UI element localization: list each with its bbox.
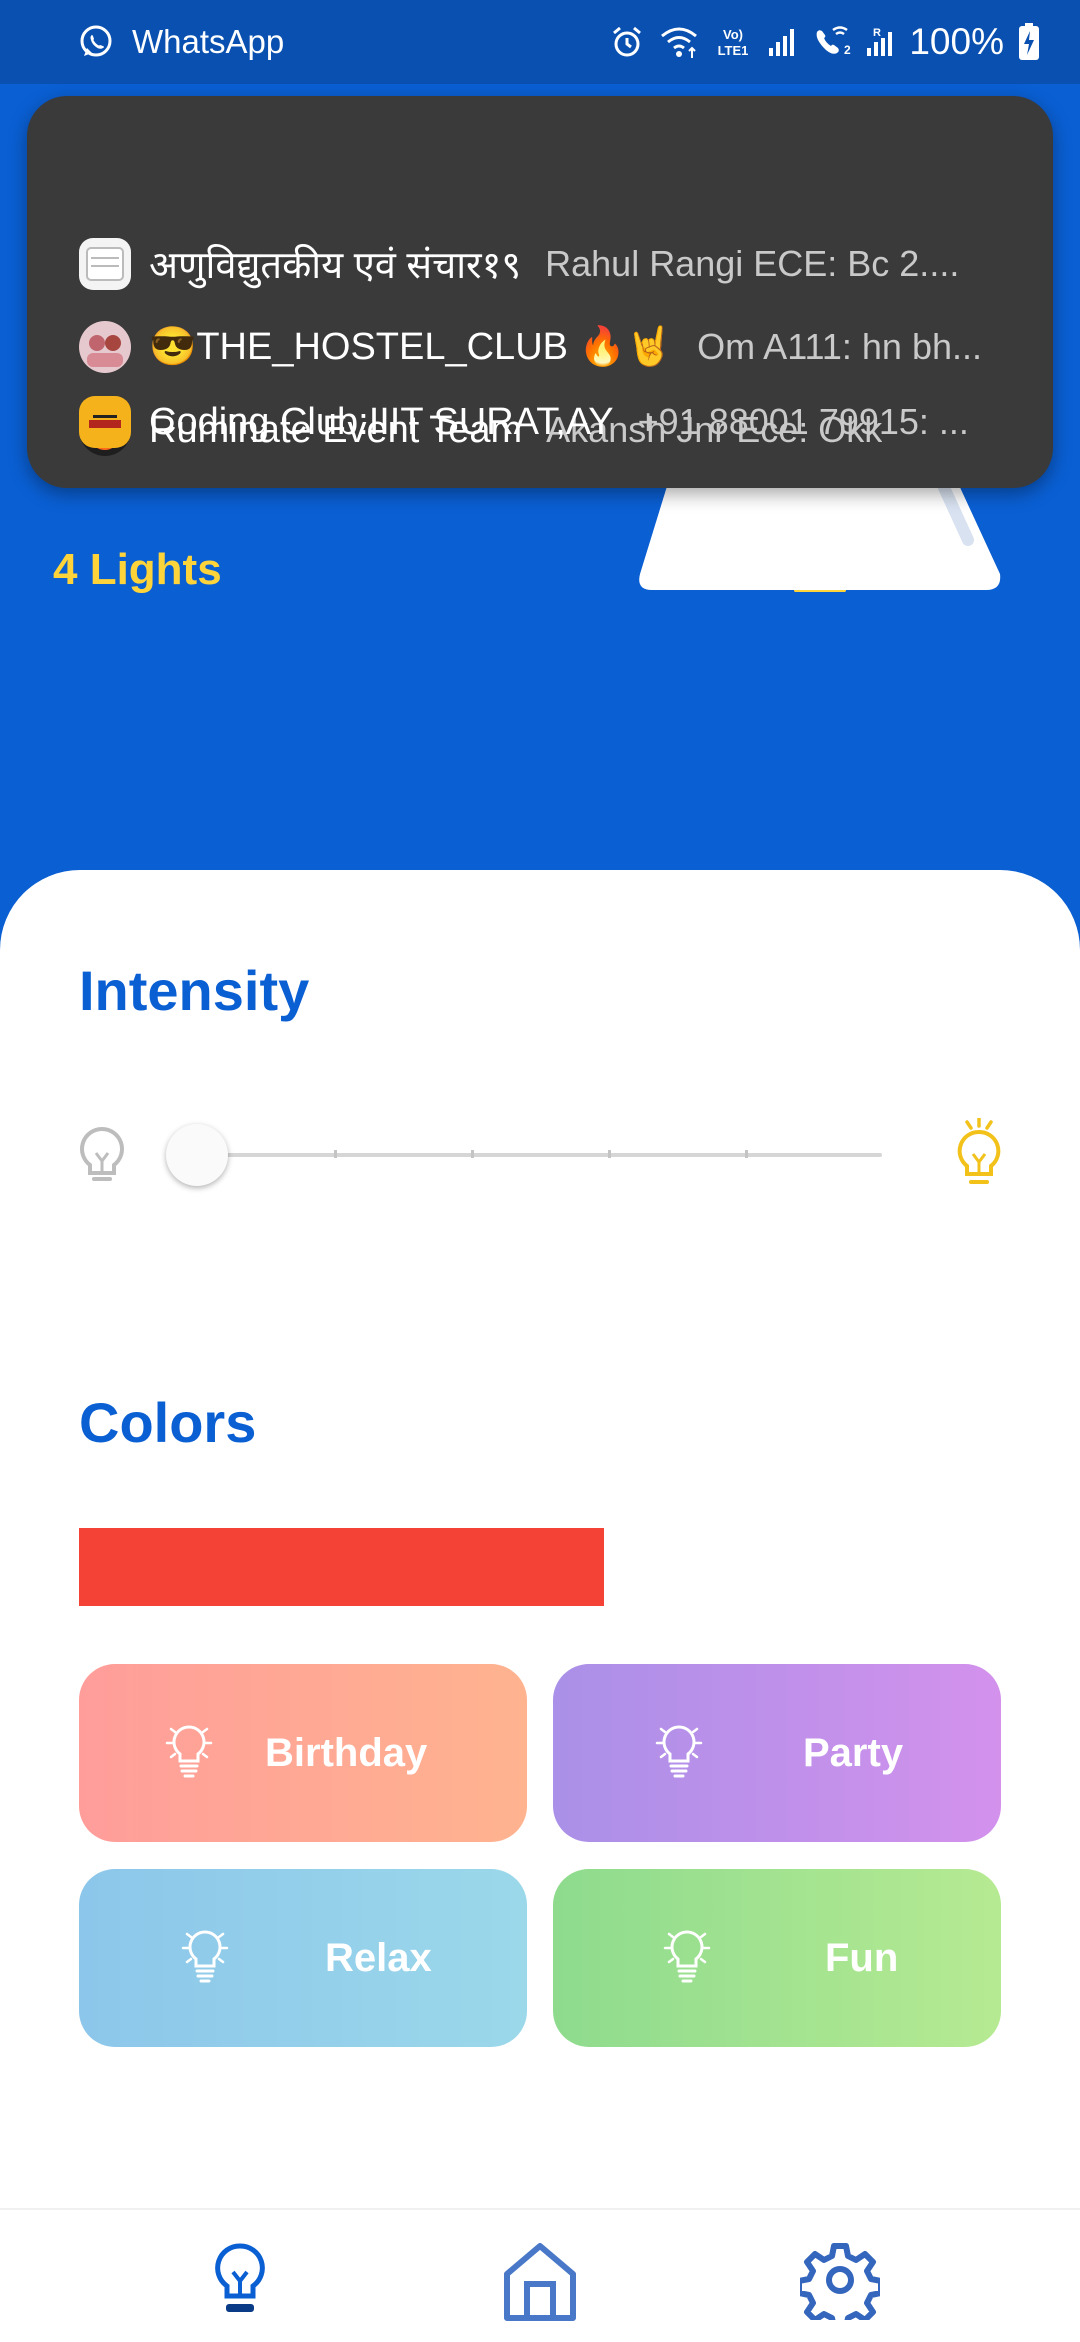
lights-count: 4 Lights	[53, 545, 222, 594]
colors-title: Colors	[79, 1391, 257, 1454]
slider-tick	[471, 1150, 474, 1158]
bulb-off-icon	[75, 1125, 129, 1192]
battery-charging-icon	[1018, 23, 1040, 61]
preset-label: Party	[803, 1730, 904, 1775]
intensity-slider-track[interactable]	[197, 1150, 882, 1158]
home-icon	[501, 2240, 579, 2340]
notification-popup[interactable]: अणुविद्युतकीय एवं संचार१९ Rahul Rangi EC…	[27, 96, 1053, 488]
intensity-title: Intensity	[79, 959, 310, 1022]
notification-message: Om A111: hn bh...	[697, 326, 983, 367]
notification-item[interactable]: अणुविद्युतकीय एवं संचार१९ Rahul Rangi EC…	[79, 232, 1039, 296]
notification-message: +91 88001 79915: ...	[637, 401, 969, 442]
bulb-icon	[161, 1721, 217, 1786]
preset-relax-button[interactable]: Relax	[79, 1869, 527, 2047]
status-bar-left: WhatsApp	[78, 18, 284, 66]
slider-tick	[334, 1150, 337, 1158]
notification-title: 😎THE_HOSTEL_CLUB 🔥🤘	[149, 326, 674, 368]
wifi-calling-icon: 2	[811, 24, 851, 60]
battery-percentage: 100%	[909, 21, 1004, 62]
intensity-slider-thumb[interactable]	[166, 1124, 228, 1186]
slider-tick	[608, 1150, 611, 1158]
signal-icon	[767, 24, 797, 60]
preset-label: Relax	[325, 1935, 432, 1980]
nav-home-button[interactable]	[490, 2240, 590, 2340]
nav-settings-button[interactable]	[790, 2240, 890, 2340]
notification-title: अणुविद्युतकीय एवं संचार१९	[149, 245, 522, 287]
status-bar: WhatsApp Vo) LTE1 2 R 100%	[0, 0, 1080, 84]
bulb-icon	[659, 1926, 715, 1991]
preset-label: Birthday	[265, 1730, 428, 1775]
coding-mafia-avatar	[79, 396, 131, 448]
alarm-icon	[609, 24, 645, 60]
signal-icon: R	[865, 24, 895, 60]
svg-text:R: R	[873, 27, 881, 39]
bulb-icon	[651, 1721, 707, 1786]
preset-party-button[interactable]: Party	[553, 1664, 1001, 1842]
notification-item[interactable]: 😎THE_HOSTEL_CLUB 🔥🤘 Om A111: hn bh...	[79, 315, 1039, 379]
svg-text:Vo): Vo)	[723, 27, 743, 42]
bottom-navigation	[0, 2208, 1080, 2342]
group-avatar	[79, 238, 131, 290]
bulb-icon	[210, 2240, 270, 2340]
svg-text:LTE1: LTE1	[718, 43, 749, 58]
status-bar-right: Vo) LTE1 2 R 100%	[609, 16, 1040, 68]
notification-item[interactable]: Coding Club:IIIT SURAT,AY +91 88001 7991…	[79, 390, 1039, 454]
slider-tick	[745, 1150, 748, 1158]
gear-icon	[796, 2240, 884, 2340]
volte-icon: Vo) LTE1	[713, 24, 753, 60]
preset-birthday-button[interactable]: Birthday	[79, 1664, 527, 1842]
selected-color-swatch[interactable]	[79, 1528, 604, 1606]
notification-title: Coding Club:IIIT SURAT,AY	[149, 400, 614, 443]
status-app-name: WhatsApp	[132, 23, 285, 60]
group-avatar	[79, 321, 131, 373]
bulb-on-icon	[950, 1116, 1008, 1197]
wifi-icon	[659, 24, 699, 60]
svg-text:2: 2	[844, 43, 851, 57]
nav-lights-button[interactable]	[190, 2240, 290, 2340]
preset-fun-button[interactable]: Fun	[553, 1869, 1001, 2047]
notification-message: Rahul Rangi ECE: Bc 2....	[545, 243, 960, 284]
lamp-illustration	[636, 464, 1002, 608]
bulb-icon	[177, 1926, 233, 1991]
whatsapp-icon	[78, 24, 114, 60]
preset-label: Fun	[825, 1935, 899, 1980]
